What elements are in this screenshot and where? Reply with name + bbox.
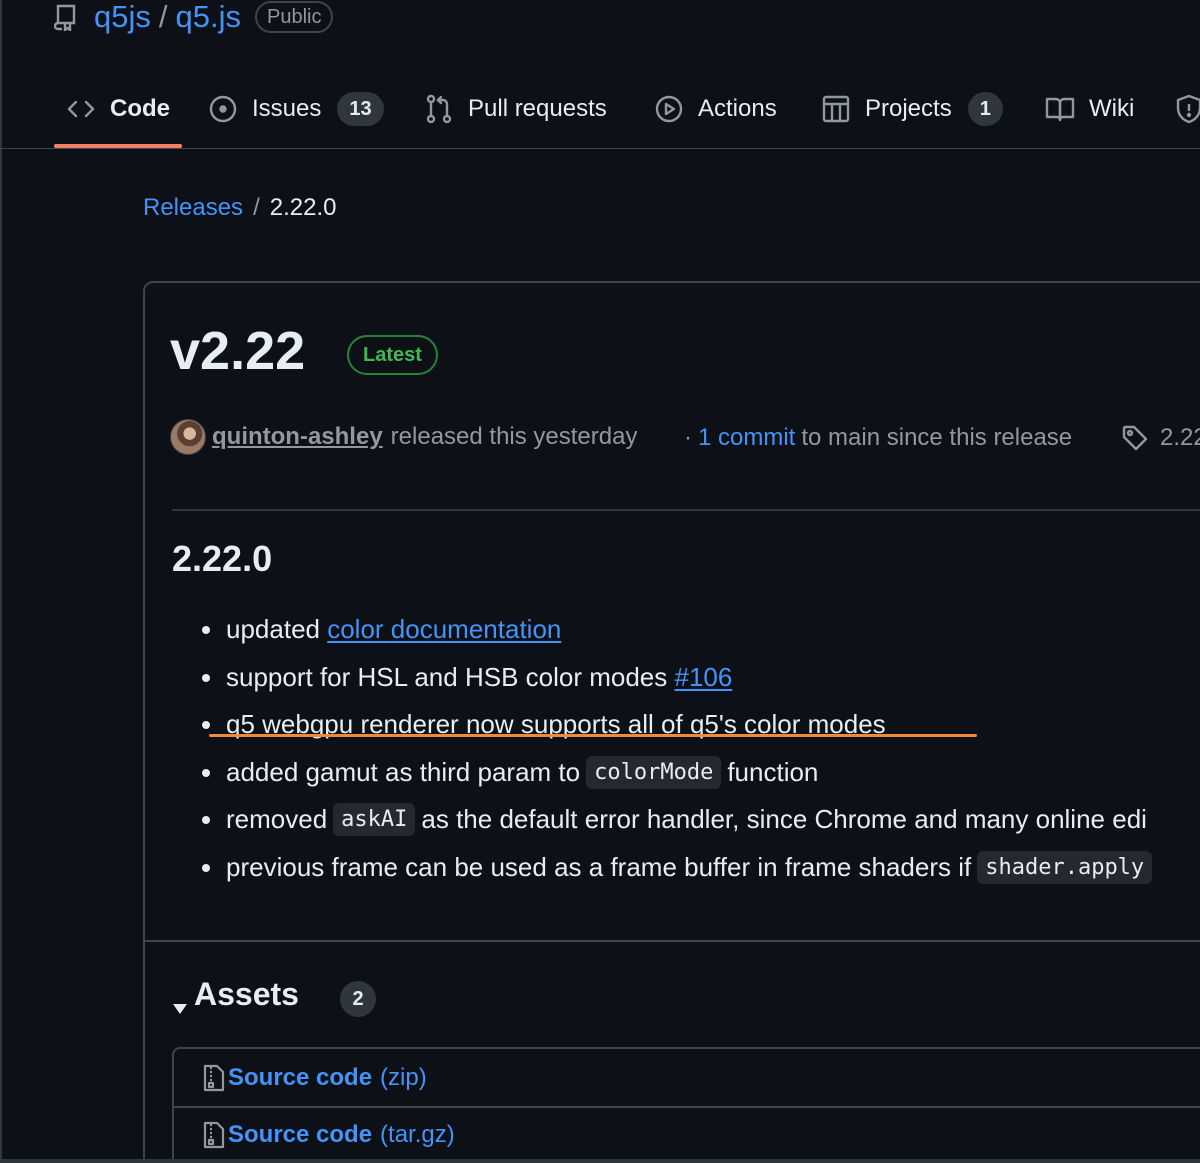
list-item: q5 webgpu renderer now supports all of q… [200,701,1158,749]
note-text: function [727,756,819,787]
window-edge [0,0,2,1163]
breadcrumb-current: 2.22.0 [269,194,337,221]
book-icon [1045,94,1075,124]
assets-toggle[interactable]: Assets [172,976,299,1014]
commits-link[interactable]: 1 commit [698,424,795,452]
play-icon [654,94,684,124]
note-text: as the default error handler, since Chro… [421,804,1147,835]
release-notes-list: updated color documentation support for … [200,606,1158,891]
note-text: added gamut as third param to [226,756,581,787]
issues-count-badge: 13 [337,92,384,126]
git-pull-request-icon [424,94,454,124]
inline-code: colorMode [586,755,722,789]
tab-code-label: Code [110,95,170,122]
tab-wiki[interactable]: Wiki [1045,80,1134,138]
assets-title: Assets [194,976,299,1012]
color-documentation-link[interactable]: color documentation [327,614,561,645]
note-text: updated [226,614,320,645]
list-item: updated color documentation [200,606,1158,654]
note-text: previous frame can be used as a frame bu… [226,851,972,882]
visibility-badge: Public [254,1,334,33]
tag-meta[interactable]: 2.22 [1122,420,1200,456]
note-text: support for HSL and HSB color modes [226,661,668,692]
tab-wiki-label: Wiki [1089,95,1135,122]
table-icon [821,94,851,124]
projects-count-badge: 1 [967,92,1003,126]
tab-issues[interactable]: Issues 13 [208,80,384,138]
tab-issues-label: Issues [252,95,322,122]
author-link[interactable]: quinton-ashley [212,423,383,451]
list-item: added gamut as third param to colorMode … [200,749,1158,797]
released-text: released this yesterday [390,423,638,450]
file-zip-icon [202,1064,226,1092]
repo-separator: / [158,0,168,34]
breadcrumb-separator: / [253,194,260,221]
release-author-meta: quinton-ashley released this yesterday [170,418,637,456]
commits-bullet: · [684,424,692,451]
avatar[interactable] [170,419,206,455]
repo-header: q5js / q5.js Public [54,0,334,35]
repo-nav: Code Issues 13 Pull requests Actions Pro… [0,80,1200,149]
tab-code[interactable]: Code [66,80,170,138]
release-notes-heading: 2.22.0 [172,538,273,579]
asset-ext[interactable]: (tar.gz) [380,1121,455,1149]
release-title: v2.22 [170,321,306,381]
breadcrumb-releases-link[interactable]: Releases [143,194,243,222]
commits-suffix: to main since this release [801,424,1073,451]
code-icon [66,94,96,124]
tab-pull-requests-label: Pull requests [468,95,607,122]
issue-opened-icon [208,94,238,124]
divider [145,940,1200,942]
selected-tab-underline [54,144,182,148]
list-item: removed askAI as the default error handl… [200,796,1158,844]
latest-badge: Latest [347,335,438,375]
issue-106-link[interactable]: #106 [675,662,733,693]
tag-label: 2.22 [1160,424,1200,451]
asset-name[interactable]: Source code [228,1121,372,1149]
tab-security[interactable] [1174,80,1200,138]
tab-actions[interactable]: Actions [654,80,777,138]
divider [172,509,1200,511]
commits-since-meta: · 1 commit to main since this release [684,420,1072,456]
tab-projects-label: Projects [865,95,952,122]
file-zip-icon [202,1121,226,1149]
tab-projects[interactable]: Projects 1 [821,80,1003,138]
breadcrumb: Releases / 2.22.0 [143,194,336,222]
tab-pull-requests[interactable]: Pull requests [424,80,607,138]
repo-name-link[interactable]: q5.js [176,0,241,35]
asset-name[interactable]: Source code [228,1064,372,1092]
asset-row[interactable]: Source code (tar.gz) [174,1106,1200,1162]
triangle-down-icon [172,987,188,1014]
repo-icon [54,3,80,31]
inline-code: shader.apply [977,850,1153,884]
asset-ext[interactable]: (zip) [380,1064,427,1092]
asset-row[interactable]: Source code (zip) [174,1050,1200,1106]
list-item: previous frame can be used as a frame bu… [200,844,1158,892]
orange-highlight-underline [209,734,977,737]
inline-code: askAI [333,803,416,837]
window-edge [0,1159,1200,1163]
note-text: removed [226,804,328,835]
tab-actions-label: Actions [698,95,777,122]
assets-count-badge: 2 [340,981,376,1017]
repo-owner-link[interactable]: q5js [94,0,151,35]
list-item: support for HSL and HSB color modes #106 [200,654,1158,702]
tag-icon [1122,425,1148,451]
shield-icon [1174,94,1200,124]
